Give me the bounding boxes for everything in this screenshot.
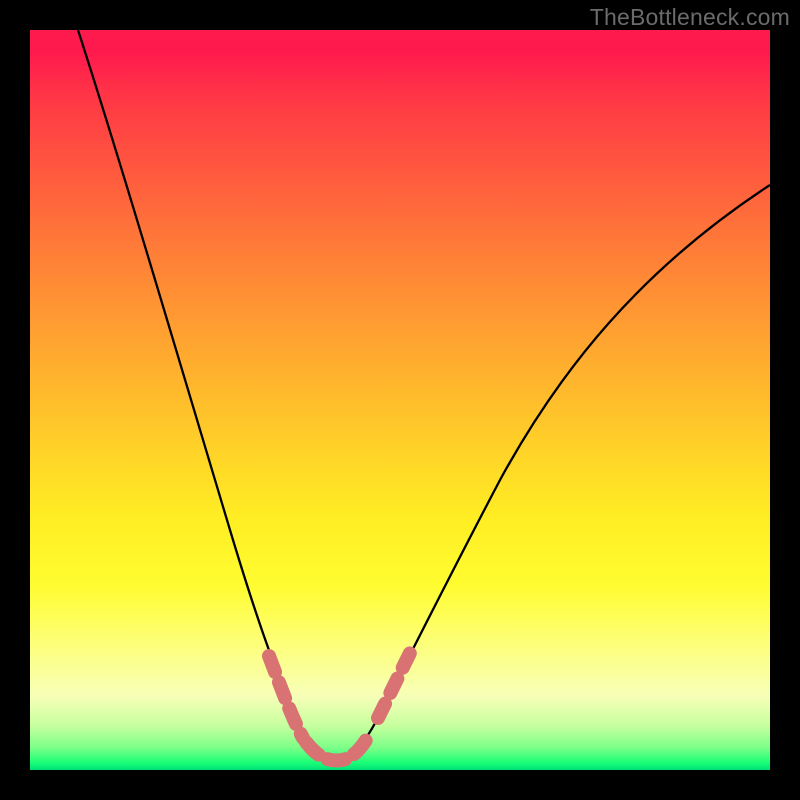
plot-area bbox=[30, 30, 770, 770]
highlight-left bbox=[269, 656, 303, 738]
highlight-bottom bbox=[306, 737, 368, 760]
watermark-text: TheBottleneck.com bbox=[590, 4, 790, 31]
bottleneck-curve-path bbox=[78, 30, 770, 760]
chart-frame: TheBottleneck.com bbox=[0, 0, 800, 800]
highlight-right bbox=[378, 653, 410, 718]
curve-svg bbox=[30, 30, 770, 770]
